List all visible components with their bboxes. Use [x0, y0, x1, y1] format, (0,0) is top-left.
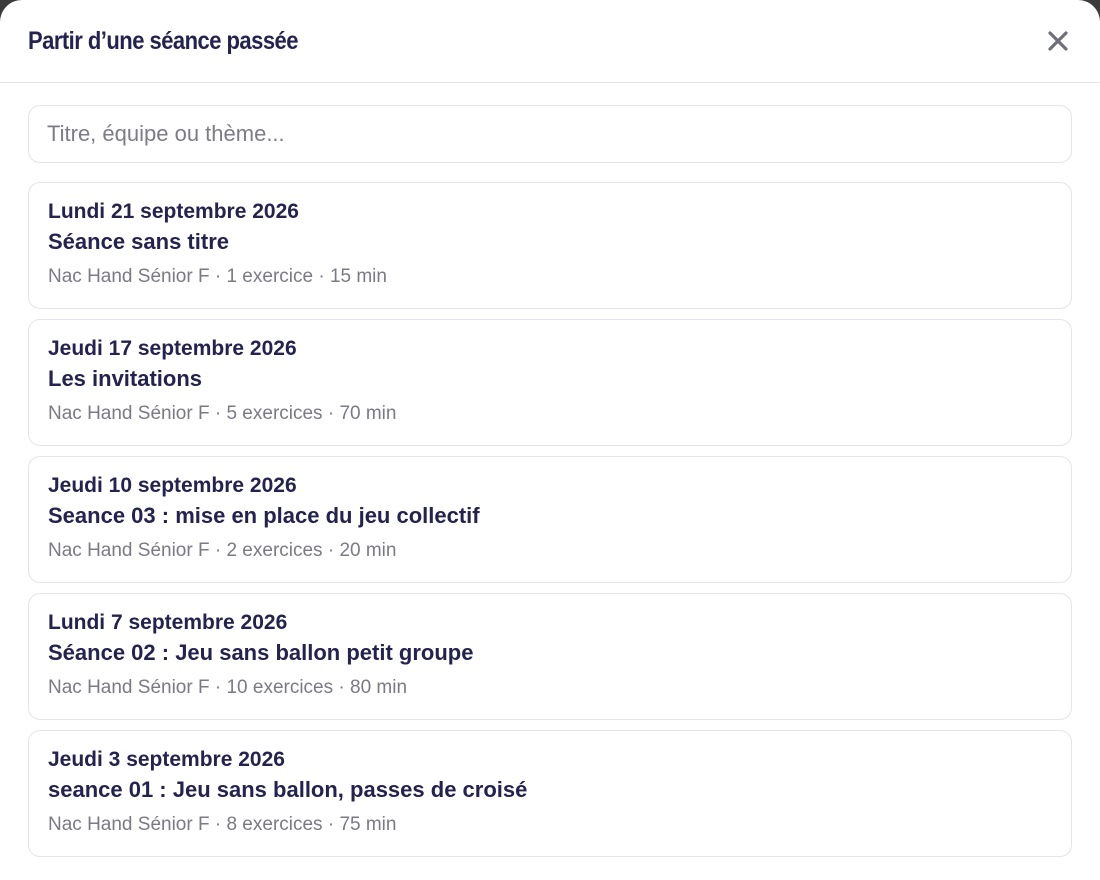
- session-card[interactable]: Jeudi 3 septembre 2026 seance 01 : Jeu s…: [28, 730, 1072, 857]
- session-meta: Nac Hand Sénior F · 10 exercices · 80 mi…: [48, 677, 408, 698]
- dialog-header: Partir d’une séance passée: [0, 0, 1100, 83]
- session-card[interactable]: Jeudi 17 septembre 2026 Les invitations …: [28, 319, 1072, 446]
- session-list: Lundi 21 septembre 2026 Séance sans titr…: [28, 182, 1072, 857]
- session-meta: Nac Hand Sénior F · 5 exercices · 70 min: [48, 403, 397, 424]
- session-date: Jeudi 17 septembre 2026: [48, 337, 297, 360]
- session-title: Seance 03 : mise en place du jeu collect…: [48, 503, 480, 528]
- session-title: Séance sans titre: [48, 229, 229, 254]
- session-meta: Nac Hand Sénior F · 2 exercices · 20 min: [48, 540, 397, 561]
- close-button[interactable]: [1044, 27, 1072, 55]
- session-card[interactable]: Jeudi 10 septembre 2026 Seance 03 : mise…: [28, 456, 1072, 583]
- session-title: Les invitations: [48, 366, 203, 391]
- dialog-body: Lundi 21 septembre 2026 Séance sans titr…: [0, 83, 1100, 857]
- close-icon: [1048, 31, 1068, 51]
- session-date: Lundi 7 septembre 2026: [48, 611, 288, 634]
- session-date: Lundi 21 septembre 2026: [48, 200, 299, 223]
- past-session-dialog: Partir d’une séance passée Lundi 21 sept…: [0, 0, 1100, 880]
- session-card[interactable]: Lundi 7 septembre 2026 Séance 02 : Jeu s…: [28, 593, 1072, 720]
- session-card[interactable]: Lundi 21 septembre 2026 Séance sans titr…: [28, 182, 1072, 309]
- session-title: Séance 02 : Jeu sans ballon petit groupe: [48, 640, 474, 665]
- session-meta: Nac Hand Sénior F · 8 exercices · 75 min: [48, 814, 397, 835]
- search-input[interactable]: [28, 105, 1072, 163]
- session-meta: Nac Hand Sénior F · 1 exercice · 15 min: [48, 266, 387, 287]
- session-title: seance 01 : Jeu sans ballon, passes de c…: [48, 777, 528, 802]
- dialog-title: Partir d’une séance passée: [28, 26, 299, 55]
- session-date: Jeudi 3 septembre 2026: [48, 748, 285, 771]
- session-date: Jeudi 10 septembre 2026: [48, 474, 297, 497]
